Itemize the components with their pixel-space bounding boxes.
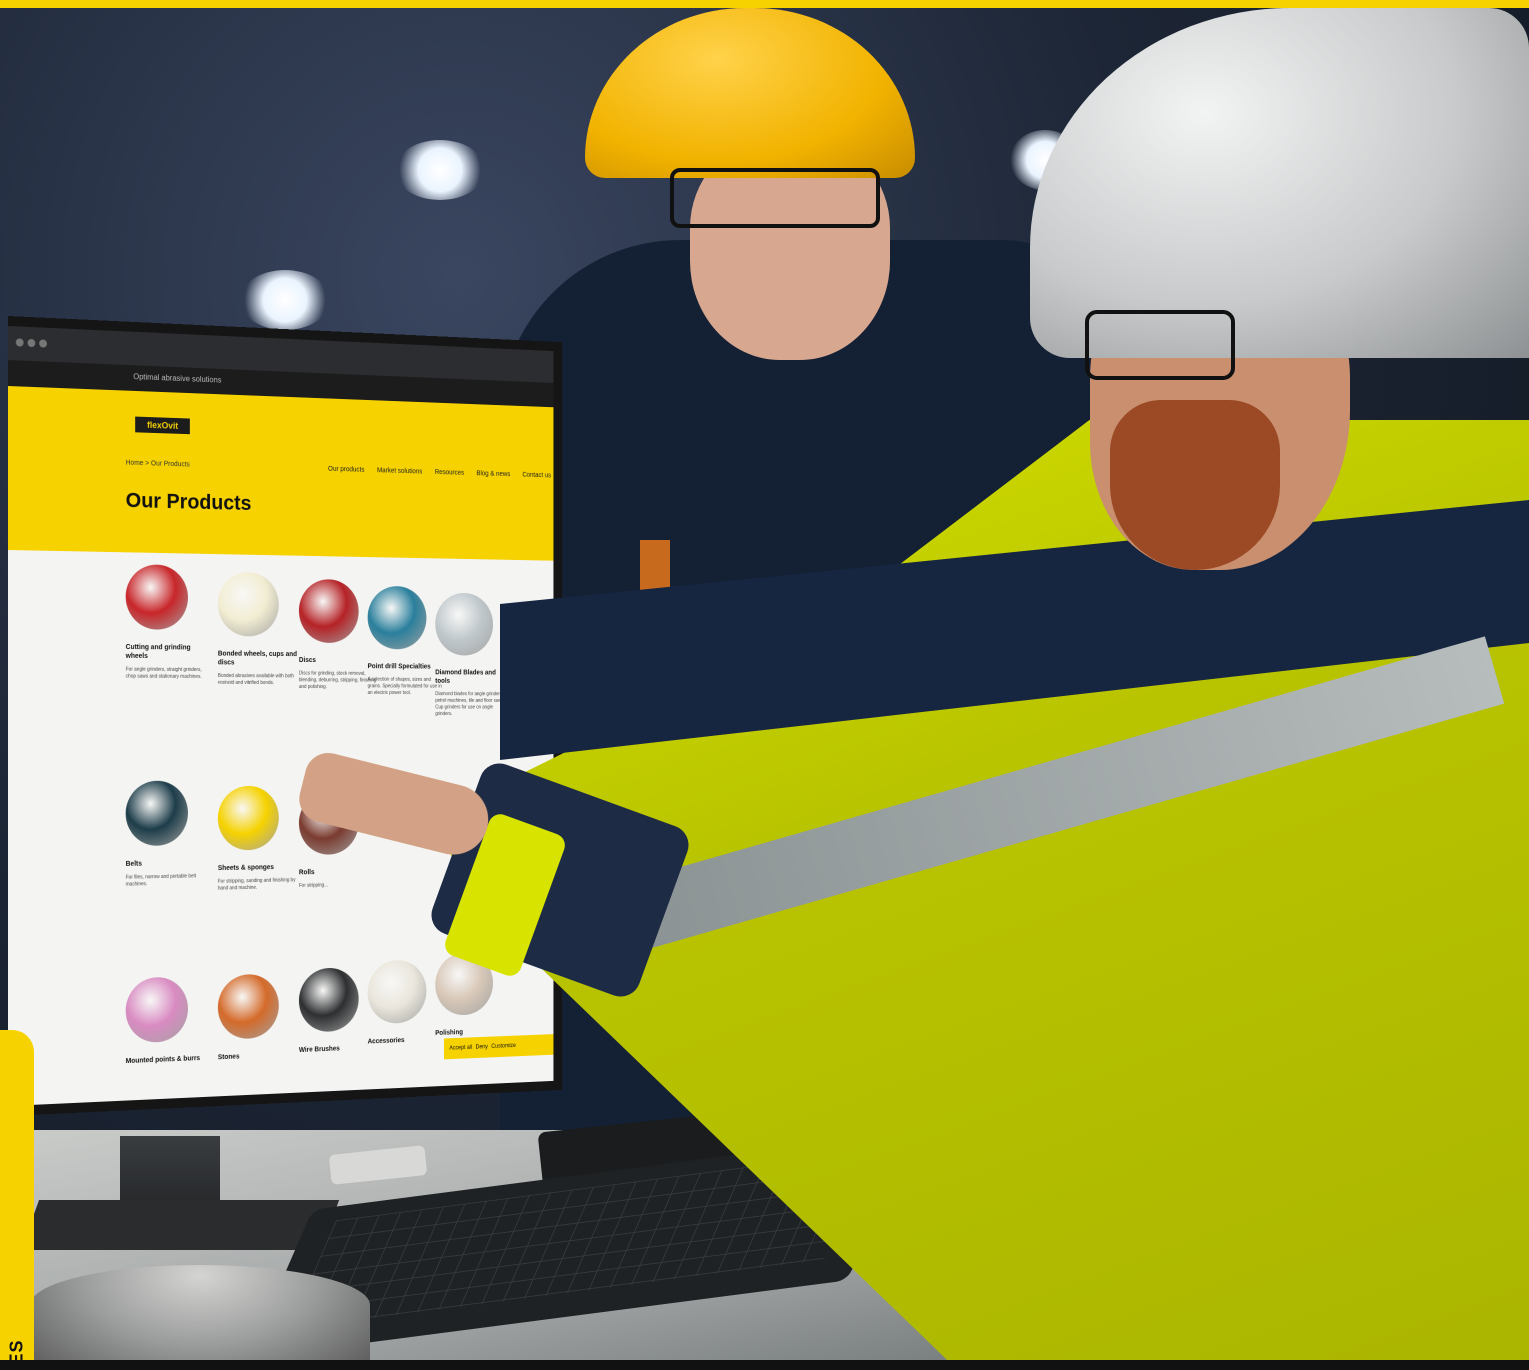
nav-item[interactable]: Our products	[328, 466, 364, 474]
product-card[interactable]: Belts For files, narrow and portable belt…	[126, 780, 207, 888]
product-image	[299, 579, 359, 643]
product-card[interactable]: Mounted points & burrs	[126, 976, 207, 1072]
product-card[interactable]: Cutting and grinding wheels For angle gri…	[126, 564, 207, 681]
product-image	[218, 572, 279, 637]
top-brand-bar	[0, 0, 1529, 8]
product-name: Stones	[218, 1050, 297, 1062]
nav-item[interactable]: Market solutions	[377, 467, 422, 475]
product-card[interactable]: Discs Discs for grinding, stock removal, …	[299, 579, 377, 691]
window-dot-icon	[28, 339, 36, 347]
product-name: Mounted points & burrs	[126, 1054, 207, 1066]
product-card[interactable]: Sheets & sponges For stripping, sanding a…	[218, 786, 297, 893]
window-dot-icon	[39, 339, 47, 347]
photo-scene: Optimal abrasive solutions flexOvit Home…	[0, 0, 1529, 1370]
product-image	[368, 586, 427, 650]
product-name: Rolls	[299, 867, 377, 877]
metal-part	[30, 1265, 370, 1370]
product-card[interactable]: Bonded wheels, cups and discs Bonded abra…	[218, 572, 297, 687]
product-image	[126, 564, 188, 630]
product-desc: For stripping...	[299, 881, 377, 889]
product-name: Cutting and grinding wheels	[126, 643, 207, 661]
page-title: Our Products	[126, 489, 252, 516]
product-desc: Bonded abrasives available with both res…	[218, 673, 297, 687]
ceiling-light	[395, 140, 485, 200]
worker-beard	[1110, 400, 1280, 570]
product-image	[218, 786, 279, 851]
product-image	[126, 781, 188, 847]
product-name: Bonded wheels, cups and discs	[218, 650, 297, 668]
bottom-bar	[0, 1360, 1529, 1370]
product-image	[368, 959, 427, 1024]
window-dot-icon	[16, 338, 24, 346]
product-name: Belts	[126, 859, 207, 869]
product-desc: For files, narrow and portable belt mach…	[126, 873, 207, 888]
product-image	[299, 967, 359, 1033]
site-tagline: Optimal abrasive solutions	[133, 372, 221, 384]
site-logo[interactable]: flexOvit	[135, 417, 190, 435]
product-name: Discs	[299, 656, 377, 665]
product-card[interactable]: Stones	[218, 973, 297, 1068]
product-name: Sheets & sponges	[218, 863, 297, 873]
product-image	[126, 976, 188, 1043]
glasses	[1085, 310, 1235, 380]
product-card[interactable]: Wire Brushes	[299, 967, 377, 1061]
product-desc: For stripping, sanding and finishing by …	[218, 877, 297, 892]
monitor-stand-base	[21, 1200, 339, 1250]
product-image	[218, 973, 279, 1039]
product-desc: For angle grinders, straight grinders, c…	[126, 667, 207, 681]
glasses	[670, 168, 880, 228]
product-name: Wire Brushes	[299, 1043, 377, 1055]
product-desc: Discs for grinding, stock removal, blend…	[299, 671, 377, 692]
